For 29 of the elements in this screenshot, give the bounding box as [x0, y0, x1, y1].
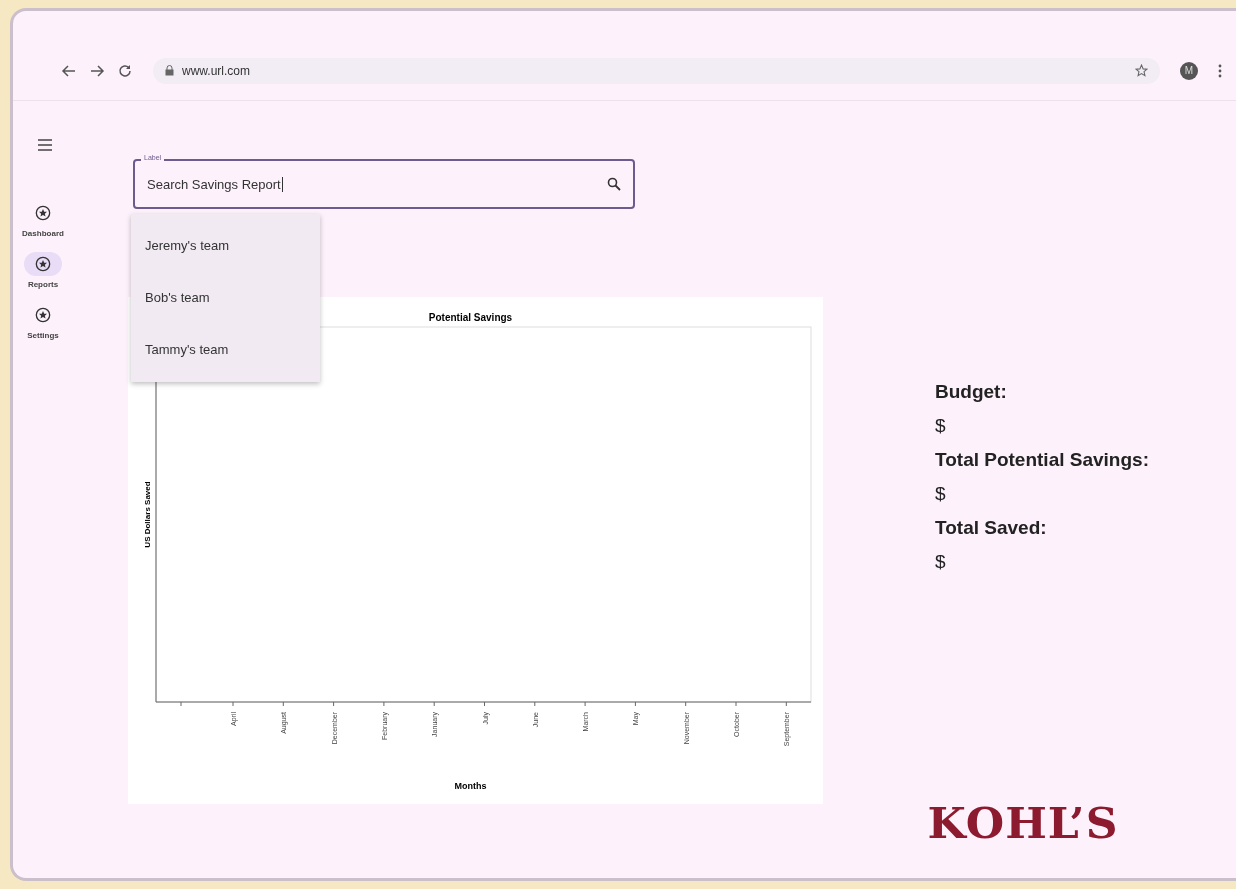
suggestion-item[interactable]: Bob's team	[131, 272, 320, 324]
summary-label: Total Saved:	[935, 516, 1048, 540]
chart-title: Potential Savings	[428, 312, 513, 323]
star-circle-icon	[35, 307, 51, 323]
reload-icon[interactable]	[117, 62, 133, 79]
bookmark-star-icon[interactable]	[1135, 64, 1148, 77]
summary-value: $	[935, 414, 947, 438]
lock-icon	[165, 65, 174, 76]
nav-item[interactable]: Settings	[24, 303, 62, 340]
summary-value: $	[935, 482, 947, 506]
star-circle-icon	[35, 256, 51, 272]
address-bar[interactable]: www.url.com	[153, 57, 1160, 84]
suggestion-item[interactable]: Jeremy's team	[131, 220, 320, 272]
brand-logo: KOHL’S	[927, 799, 1120, 848]
more-icon[interactable]	[1218, 63, 1222, 78]
summary-label: Budget:	[935, 380, 1008, 404]
forward-icon[interactable]	[89, 62, 105, 79]
star-circle-icon	[35, 205, 51, 221]
y-axis-title: US Dollars Saved	[143, 481, 152, 548]
url-text: www.url.com	[182, 63, 251, 78]
search-icon[interactable]	[607, 177, 621, 191]
summary-value: $	[935, 550, 947, 574]
menu-icon[interactable]	[37, 139, 53, 151]
x-axis-title: Months	[454, 781, 487, 791]
profile-avatar[interactable]: M	[1180, 61, 1198, 80]
summary-label: Total Potential Savings:	[935, 448, 1150, 472]
back-icon[interactable]	[61, 62, 77, 79]
nav-item[interactable]: Dashboard	[22, 201, 64, 238]
suggestion-item[interactable]: Tammy's team	[131, 324, 320, 376]
